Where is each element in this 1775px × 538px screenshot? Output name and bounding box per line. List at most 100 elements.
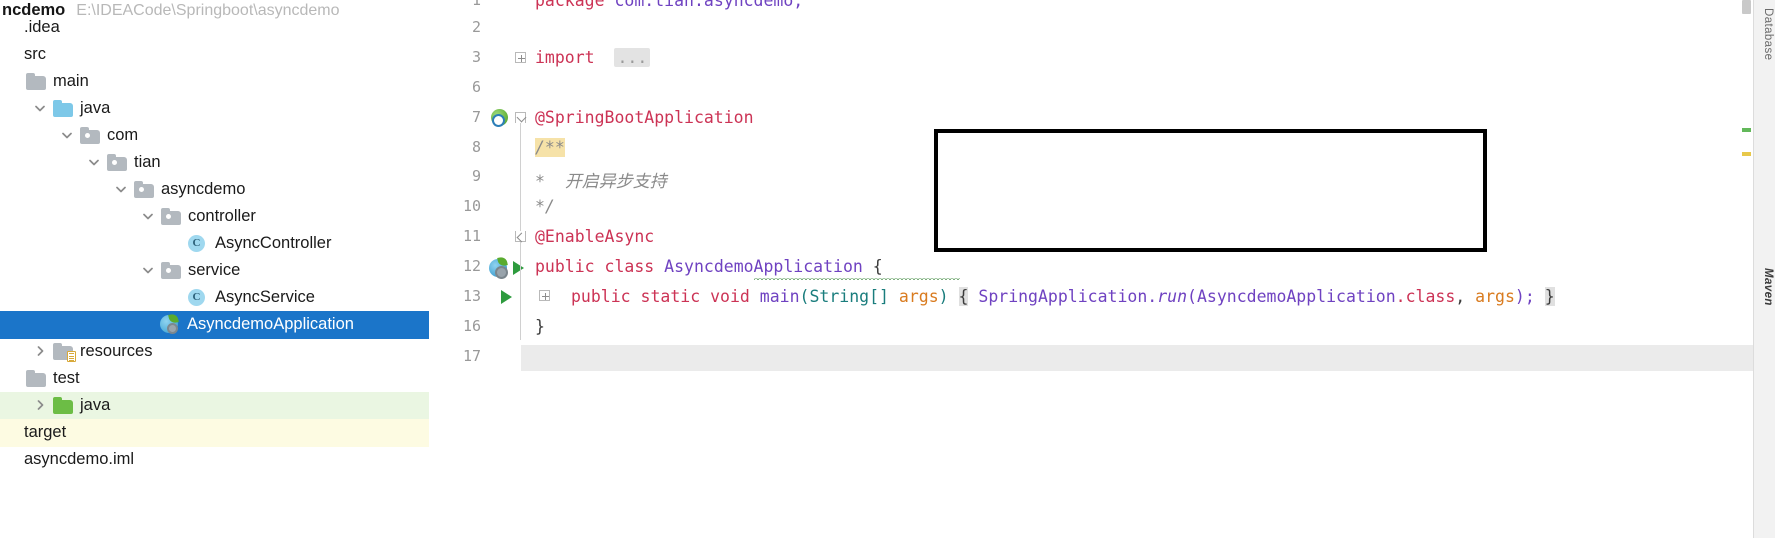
- import-fold-placeholder[interactable]: ...: [614, 48, 651, 67]
- tree-row-target[interactable]: target: [0, 419, 429, 447]
- right-tool-strip[interactable]: Database Maven: [1753, 0, 1775, 538]
- package-icon: [159, 261, 183, 280]
- line-number: 8: [471, 138, 481, 156]
- tree-row-asyncservice[interactable]: C AsyncService: [0, 284, 429, 312]
- code-line-16[interactable]: }: [535, 317, 545, 336]
- tree-item-label: java: [80, 99, 111, 118]
- keyword-static: static: [640, 287, 701, 306]
- javadoc-open: /**: [535, 138, 565, 157]
- tree-row-test[interactable]: test: [0, 365, 429, 393]
- code-editor[interactable]: 1 2 3 6 7 8 9 10 11 12 13 16 17 package …: [429, 0, 1775, 538]
- marker-yellow[interactable]: [1742, 152, 1751, 156]
- package-name: com.tian.asyncdemo;: [614, 0, 804, 10]
- method-body-fold-close[interactable]: }: [1544, 287, 1555, 306]
- tree-row-com[interactable]: com: [0, 122, 429, 150]
- line-number: 10: [462, 197, 481, 215]
- chevron-down-icon[interactable]: [137, 211, 159, 222]
- code-line-10[interactable]: */: [535, 197, 555, 216]
- method-name-main: main: [759, 287, 800, 306]
- package-icon: [132, 180, 156, 199]
- code-line-13[interactable]: public static void main(String[] args) {…: [571, 287, 1555, 306]
- chevron-down-icon[interactable]: [29, 103, 51, 114]
- tree-row-tian[interactable]: tian: [0, 149, 429, 177]
- code-content[interactable]: package com.tian.asyncdemo; import ... @…: [521, 0, 1775, 538]
- code-line-8[interactable]: /**: [535, 138, 565, 157]
- editor-gutter[interactable]: 1 2 3 6 7 8 9 10 11 12 13 16 17: [429, 0, 524, 538]
- tree-row-main[interactable]: main: [0, 68, 429, 96]
- marker-green[interactable]: [1742, 128, 1751, 132]
- tree-item-label: src: [24, 45, 46, 64]
- line-number: 17: [462, 347, 481, 365]
- brace-open-class: {: [872, 257, 883, 276]
- tree-row-asynccontroller[interactable]: C AsyncController: [0, 230, 429, 258]
- code-line-12[interactable]: public class AsyncdemoApplication {: [535, 257, 883, 276]
- tree-item-label: AsyncController: [215, 234, 332, 253]
- folder-icon: [24, 369, 48, 388]
- paren-open-main: (: [799, 287, 810, 306]
- code-line-3[interactable]: import ...: [535, 48, 651, 67]
- tree-item-label: tian: [134, 153, 161, 172]
- keyword-package: package: [535, 0, 605, 10]
- tool-tab-maven[interactable]: Maven: [1753, 268, 1774, 306]
- ide-window: ncdemo E:\IDEACode\Springboot\asyncdemo …: [0, 0, 1775, 538]
- chevron-down-icon[interactable]: [56, 130, 78, 141]
- line-number: 13: [462, 287, 481, 305]
- package-icon: [105, 153, 129, 172]
- editor-scrollbar-thumb[interactable]: [1742, 0, 1751, 14]
- tree-item-label: AsyncService: [215, 288, 315, 307]
- tree-row-resources[interactable]: resources: [0, 338, 429, 366]
- project-tool-window[interactable]: ncdemo E:\IDEACode\Springboot\asyncdemo …: [0, 0, 429, 538]
- java-class-icon: C: [186, 234, 210, 253]
- code-line-1[interactable]: package com.tian.asyncdemo;: [535, 0, 803, 10]
- code-line-11[interactable]: @EnableAsync: [535, 227, 654, 246]
- tree-row--idea[interactable]: .idea: [0, 14, 429, 42]
- run-method-call: run: [1157, 287, 1188, 306]
- keyword-public-l12: public: [535, 257, 595, 276]
- tree-row-service[interactable]: service: [0, 257, 429, 285]
- tree-item-label: resources: [80, 342, 153, 361]
- arg-class-reference: AsyncdemoApplication: [1196, 287, 1396, 306]
- chevron-down-icon[interactable]: [110, 184, 132, 195]
- tree-row-asyncdemoapplication[interactable]: AsyncdemoApplication: [0, 311, 429, 339]
- tree-row-java[interactable]: java: [0, 95, 429, 123]
- tree-item-label: com: [107, 126, 139, 145]
- keyword-import: import: [535, 48, 595, 67]
- chevron-right-icon[interactable]: [29, 346, 51, 357]
- tree-item-label: .idea: [24, 18, 60, 37]
- spring-bean-icon[interactable]: [491, 109, 513, 131]
- tree-row-controller[interactable]: controller: [0, 203, 429, 231]
- spring-boot-run-icon[interactable]: [489, 259, 511, 281]
- spring-boot-class-icon: [159, 313, 183, 335]
- tree-item-label: controller: [188, 207, 256, 226]
- keyword-class: class: [604, 257, 655, 276]
- javadoc-close: */: [535, 197, 555, 216]
- springapplication-ref: SpringApplication: [978, 287, 1148, 306]
- tree-row-asyncdemo-iml[interactable]: asyncdemo.iml: [0, 446, 429, 474]
- code-line-9[interactable]: * 开启异步支持: [535, 167, 667, 192]
- arg-separator: ,: [1455, 287, 1476, 306]
- tree-item-label: test: [53, 369, 80, 388]
- class-icon-letter: C: [188, 235, 205, 253]
- line-number: 7: [471, 108, 481, 126]
- line-number: 9: [471, 167, 481, 185]
- tree-row-src[interactable]: src: [0, 41, 429, 69]
- tree-item-label: asyncdemo.iml: [24, 450, 135, 469]
- tree-row-java[interactable]: java: [0, 392, 429, 420]
- chevron-right-icon[interactable]: [29, 400, 51, 411]
- tree-row-asyncdemo[interactable]: asyncdemo: [0, 176, 429, 204]
- arg-args: args: [1475, 287, 1515, 306]
- line-number: 16: [462, 317, 481, 335]
- method-body-fold-open[interactable]: {: [958, 287, 969, 306]
- package-icon: [159, 207, 183, 226]
- dot-operator: .: [1147, 287, 1158, 306]
- source-folder-icon: [51, 99, 75, 118]
- line-number: 12: [462, 257, 481, 275]
- tree-item-label: AsyncdemoApplication: [187, 315, 354, 334]
- chevron-down-icon[interactable]: [137, 265, 159, 276]
- code-line-7[interactable]: @SpringBootApplication: [535, 108, 754, 127]
- keyword-public-l13: public: [571, 287, 631, 306]
- class-icon-letter: C: [188, 289, 205, 307]
- chevron-down-icon[interactable]: [83, 157, 105, 168]
- tool-tab-database[interactable]: Database: [1753, 8, 1774, 60]
- tree-item-label: service: [188, 261, 241, 280]
